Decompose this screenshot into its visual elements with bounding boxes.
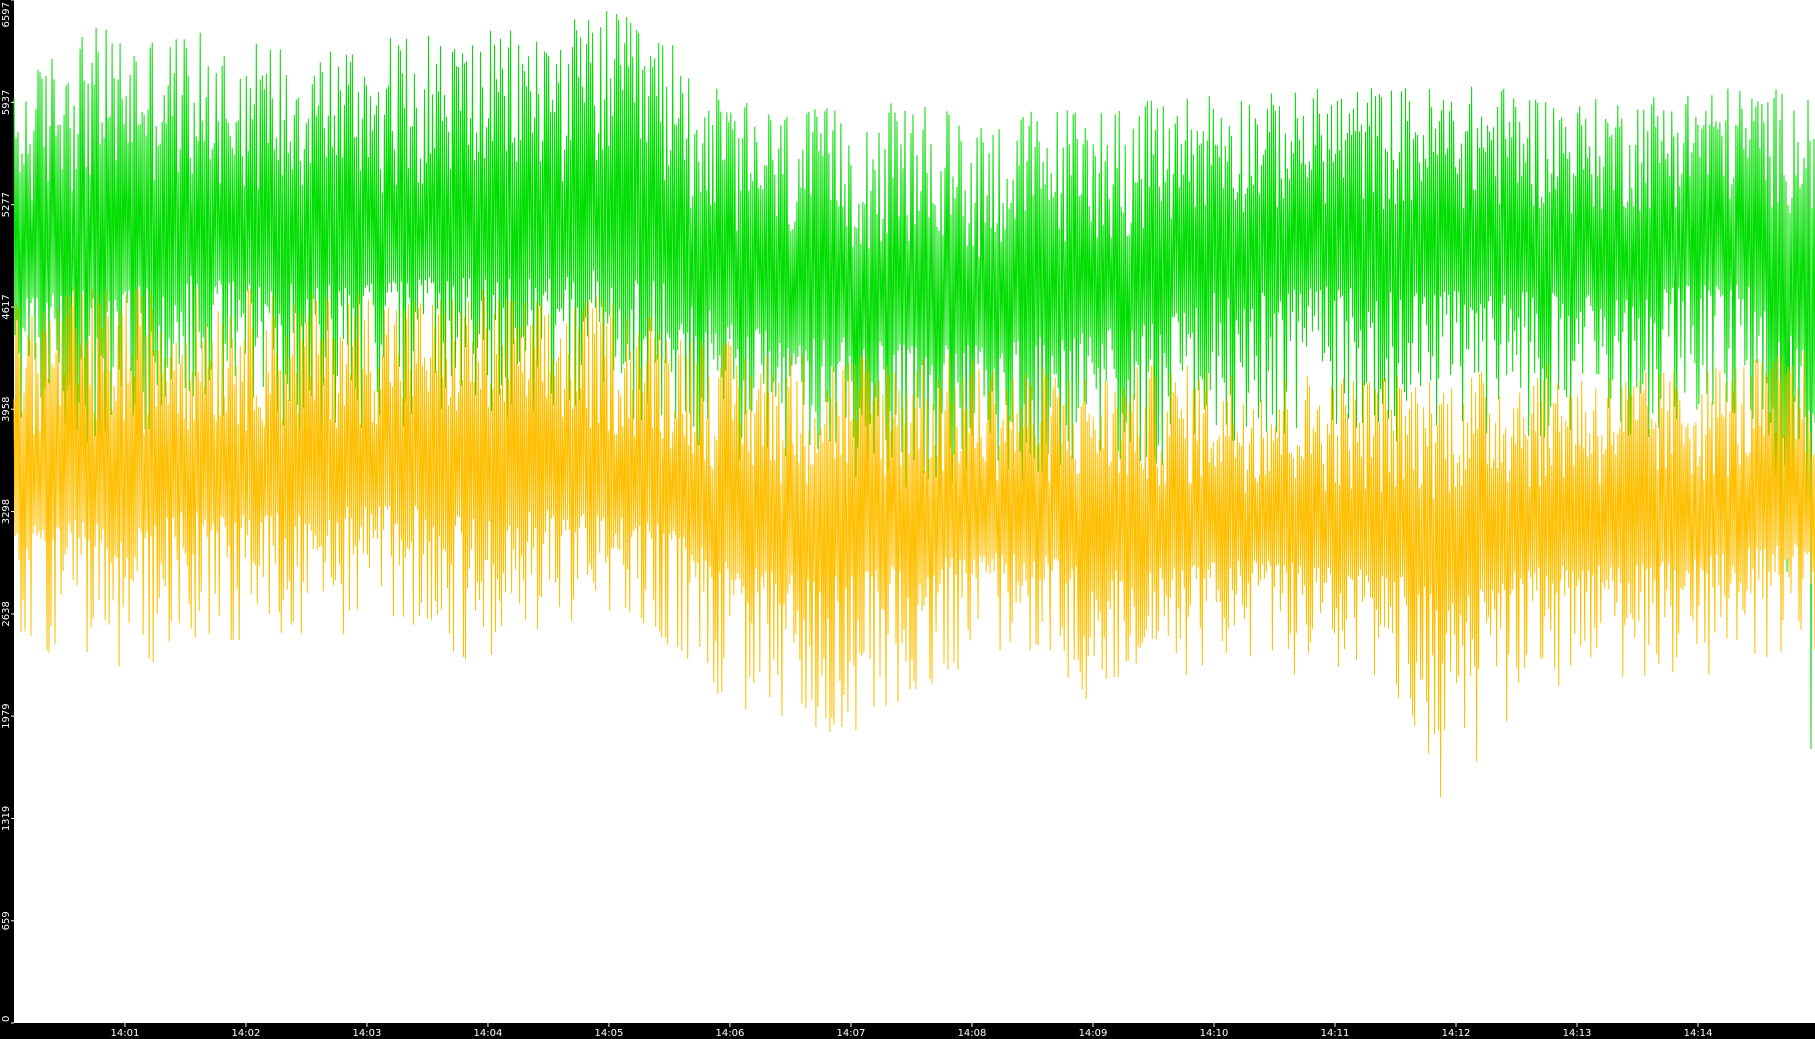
x-tick-label: 14:03	[353, 1028, 382, 1039]
x-tick-label: 14:14	[1684, 1028, 1713, 1039]
x-tick-label: 14:06	[716, 1028, 745, 1039]
line-chart: 0 659 1319 1979 2638 3298 3958 4617 5277 5937 6597…	[1, 0, 1815, 1039]
x-tick-label: 14:02	[232, 1028, 261, 1039]
y-tick-label: 2638	[1, 601, 12, 626]
x-tick-label: 14:11	[1321, 1028, 1350, 1039]
y-axis: 0 659 1319 1979 2638 3298 3958 4617 5277 5937 6597	[1, 0, 14, 1024]
y-tick-label: 5937	[1, 90, 12, 115]
y-tick-label: 3958	[1, 397, 12, 422]
x-tick-label: 14:09	[1079, 1028, 1108, 1039]
x-tick-label: 14:07	[837, 1028, 866, 1039]
y-tick-label: 0	[1, 1016, 12, 1022]
x-axis: 14:01 14:02 14:03 14:04 14:05 14:06 14:07 14:08…	[111, 1023, 1713, 1039]
x-tick-label: 14:10	[1200, 1028, 1229, 1039]
y-tick-label: 5277	[1, 192, 12, 217]
y-tick-label: 4617	[1, 294, 12, 319]
x-tick-label: 14:05	[595, 1028, 624, 1039]
x-tick-label: 14:13	[1563, 1028, 1592, 1039]
x-tick-label: 14:12	[1442, 1028, 1471, 1039]
chart-frame: 0 659 1319 1979 2638 3298 3958 4617 5277 5937 6597…	[0, 0, 1815, 1039]
x-tick-label: 14:08	[958, 1028, 987, 1039]
y-tick-label: 1979	[1, 703, 12, 728]
y-tick-label: 6597	[1, 2, 12, 27]
y-tick-label: 659	[1, 911, 12, 930]
y-tick-label: 3298	[1, 499, 12, 524]
x-tick-label: 14:01	[111, 1028, 140, 1039]
x-tick-label: 14:04	[474, 1028, 503, 1039]
y-tick-label: 1319	[1, 806, 12, 831]
